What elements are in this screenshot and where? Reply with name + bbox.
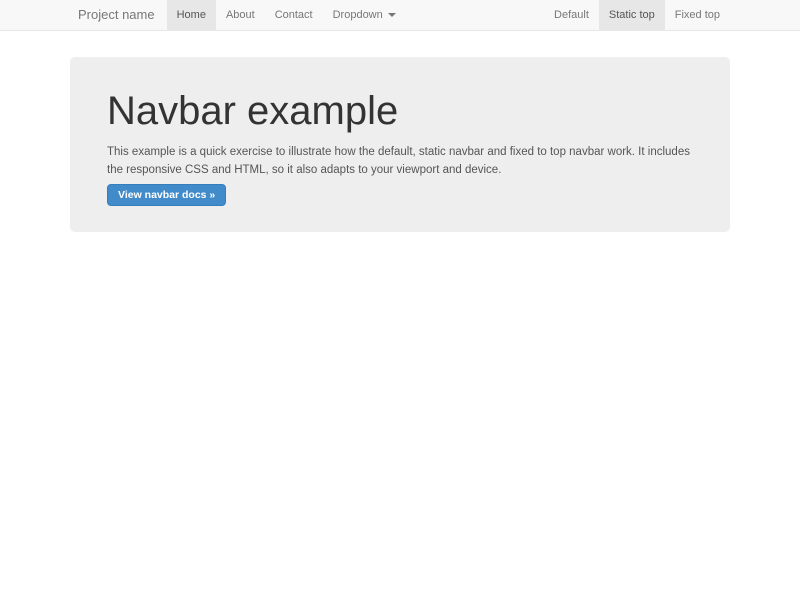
nav-item-dropdown[interactable]: Dropdown [323,0,406,30]
caret-down-icon [388,13,396,17]
nav-item-about[interactable]: About [216,0,265,30]
nav-item-static-top[interactable]: Static top [599,0,665,30]
nav-item-contact[interactable]: Contact [265,0,323,30]
navbar-left-nav: Home About Contact Dropdown [167,0,406,30]
navbar-brand[interactable]: Project name [70,0,167,30]
nav-item-dropdown-label: Dropdown [333,9,383,21]
navbar-right-nav: Default Static top Fixed top [544,0,730,30]
nav-item-fixed-top[interactable]: Fixed top [665,0,730,30]
jumbotron: Navbar example This example is a quick e… [70,57,730,232]
nav-item-home[interactable]: Home [167,0,216,30]
navbar-container: Project name Home About Contact Dropdown… [70,0,730,30]
page-description: This example is a quick exercise to illu… [107,143,700,180]
page-title: Navbar example [107,89,700,133]
main-content: Navbar example This example is a quick e… [70,57,730,232]
view-navbar-docs-button[interactable]: View navbar docs » [107,184,226,206]
nav-item-default[interactable]: Default [544,0,599,30]
top-navbar: Project name Home About Contact Dropdown… [0,0,800,31]
